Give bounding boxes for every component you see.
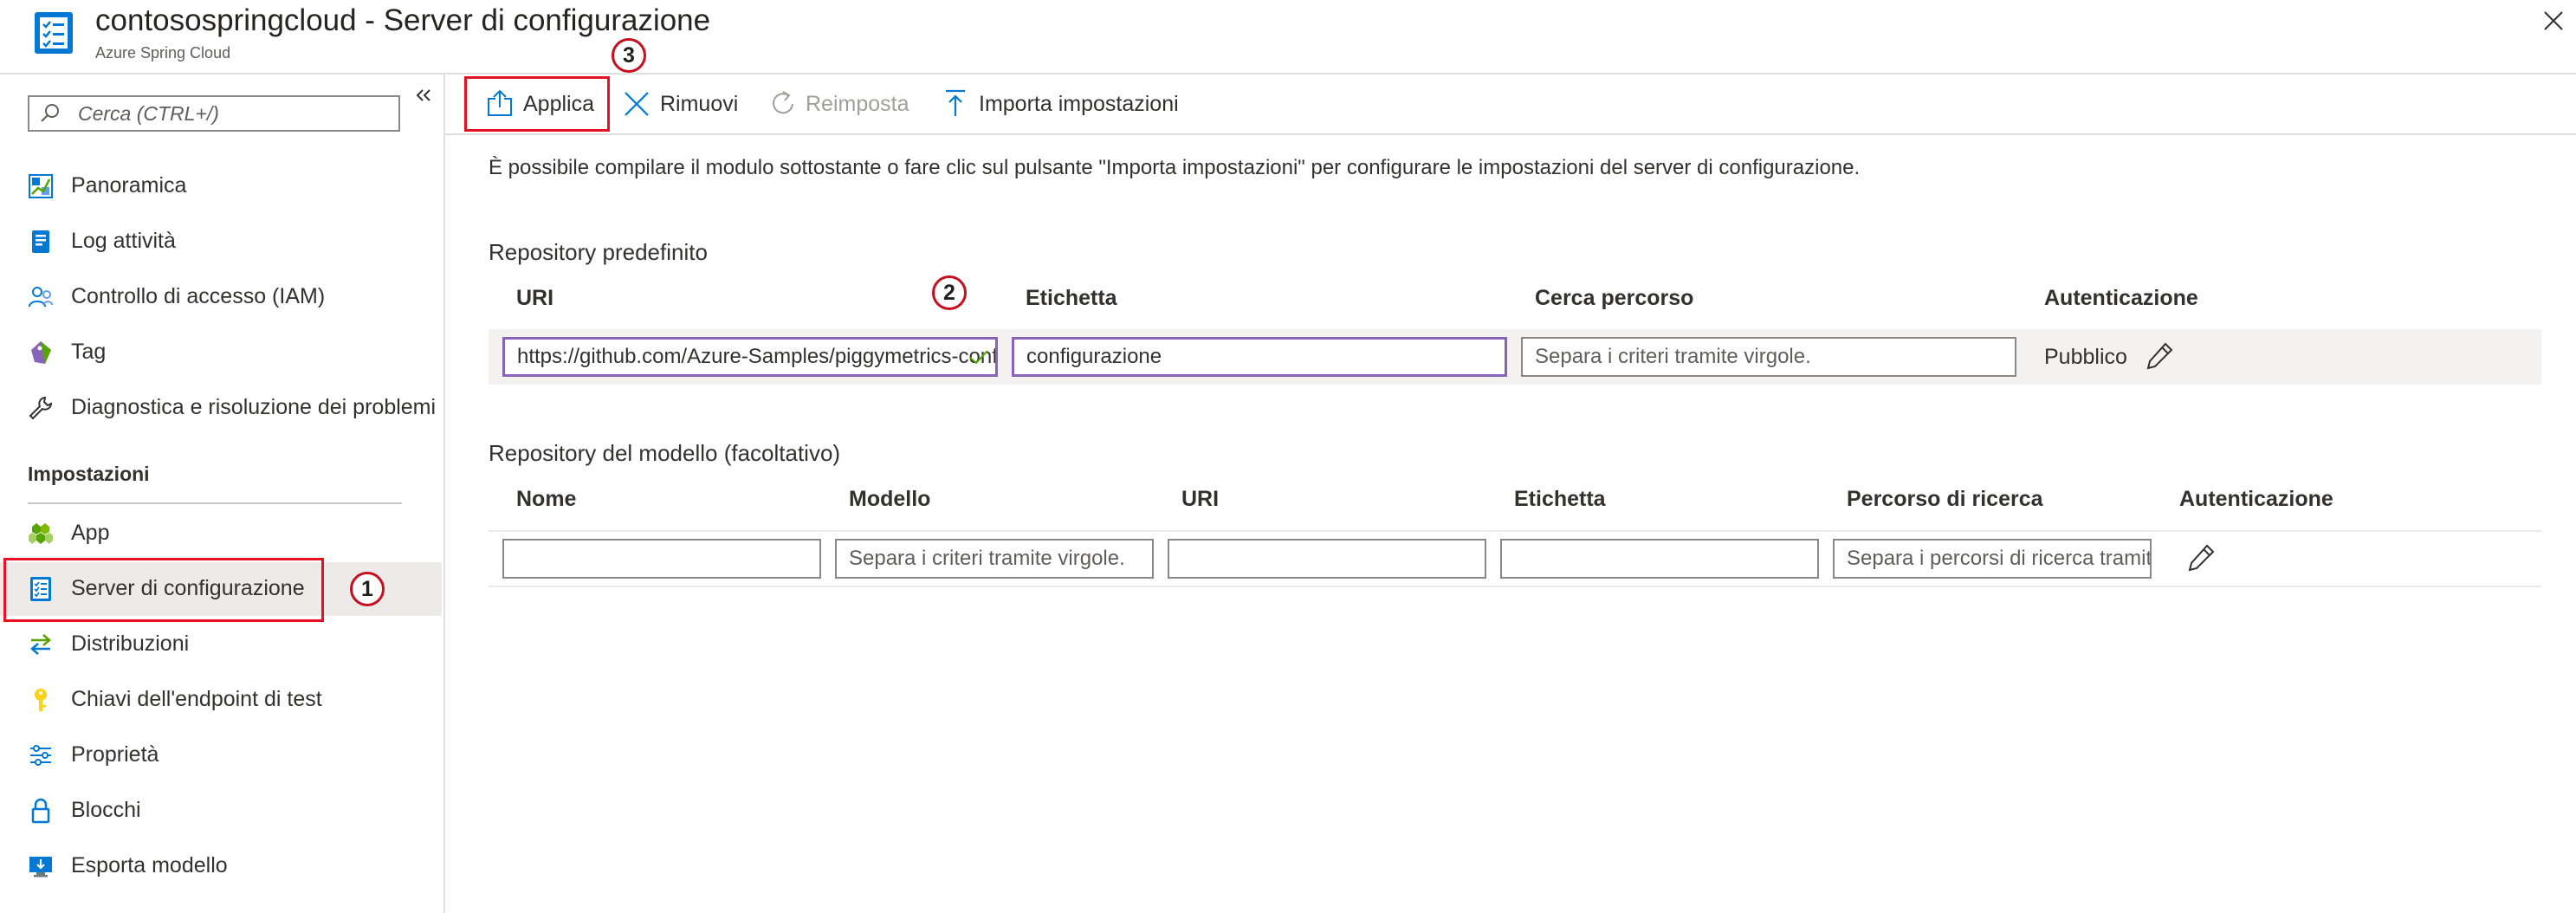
sidebar-item-label: Diagnostica e risoluzione dei problemi [71, 395, 437, 419]
export-template-icon [28, 853, 54, 879]
default-auth-value: Pubblico [2044, 345, 2127, 369]
apps-icon [28, 521, 54, 547]
sidebar-item-overview[interactable]: Panoramica [0, 159, 442, 214]
checkmark-icon [967, 345, 991, 369]
sidebar-item-iam[interactable]: Controllo di accesso (IAM) [0, 269, 442, 325]
section-title-settings: Impostazioni [28, 463, 150, 485]
pattern-row-bottom-border [489, 586, 2541, 587]
key-icon [28, 687, 54, 713]
sidebar-item-label: Tag [71, 340, 107, 364]
sidebar-item-label: Chiavi dell'endpoint di test [71, 687, 322, 711]
import-icon [941, 88, 970, 118]
pattern-search-path-input[interactable]: Separa i percorsi di ricerca tramite vir… [1833, 539, 2152, 579]
column-header-search-path: Percorso di ricerca [1847, 487, 2043, 511]
double-chevron-left-icon[interactable] [411, 83, 437, 109]
sidebar-item-label: Distribuzioni [71, 631, 190, 656]
sidebar-item-diagnose[interactable]: Diagnostica e risoluzione dei problemi [0, 380, 442, 436]
column-header-name: Nome [516, 487, 577, 511]
pattern-uri-input[interactable] [1168, 539, 1486, 579]
sidebar-item-label: Blocchi [71, 798, 141, 822]
sidebar-item-label: App [71, 521, 110, 545]
sidebar-item-export-template[interactable]: Esporta modello [0, 839, 442, 894]
tag-icon [28, 340, 54, 366]
callout-badge-1: 1 [350, 572, 385, 606]
callout-highlight-config-server [3, 558, 324, 622]
sidebar-item-label: Esporta modello [71, 853, 228, 877]
page-subtitle: Azure Spring Cloud [95, 44, 231, 62]
edit-auth-icon[interactable] [2145, 341, 2174, 371]
default-uri-input[interactable]: https://github.com/Azure-Samples/piggyme… [502, 337, 998, 377]
pattern-pattern-placeholder: Separa i criteri tramite virgole. [849, 547, 1125, 570]
sidebar-item-label: Proprietà [71, 742, 159, 767]
toolbar-divider [445, 133, 2576, 135]
sidebar-item-locks[interactable]: Blocchi [0, 783, 442, 839]
sidebar-item-tag[interactable]: Tag [0, 325, 442, 380]
default-repo-heading: Repository predefinito [489, 239, 708, 265]
remove-button[interactable]: Rimuovi [622, 83, 752, 125]
pattern-search-path-placeholder: Separa i percorsi di ricerca tramite vir… [1847, 547, 2152, 570]
page-title: contosospringcloud - Server di configura… [95, 3, 711, 37]
column-header-pattern: Modello [849, 487, 931, 511]
pattern-label-input[interactable] [1500, 539, 1819, 579]
default-search-path-placeholder: Separa i criteri tramite virgole. [1535, 345, 1811, 368]
section-divider [28, 502, 402, 504]
sidebar-item-label: Controllo di accesso (IAM) [71, 284, 326, 308]
sidebar-item-test-keys[interactable]: Chiavi dell'endpoint di test [0, 672, 442, 728]
reset-button[interactable]: Reimposta [769, 83, 916, 125]
pattern-pattern-input[interactable]: Separa i criteri tramite virgole. [835, 539, 1154, 579]
default-label-input[interactable]: configurazione [1012, 337, 1507, 377]
sidebar-item-apps[interactable]: App [0, 506, 442, 561]
iam-icon [28, 284, 54, 310]
wrench-icon [28, 395, 54, 421]
search-placeholder: Cerca (CTRL+/) [78, 102, 219, 125]
default-label-value: configurazione [1026, 345, 1162, 368]
pattern-name-input[interactable] [502, 539, 821, 579]
upload-icon [485, 88, 515, 118]
sidebar-item-properties[interactable]: Proprietà [0, 728, 442, 783]
callout-badge-2: 2 [932, 275, 967, 310]
apply-label: Applica [523, 92, 594, 116]
intro-text: È possibile compilare il modulo sottosta… [489, 156, 1861, 179]
close-icon[interactable] [2538, 5, 2569, 36]
remove-label: Rimuovi [660, 92, 739, 116]
import-settings-button[interactable]: Importa impostazioni [941, 83, 1201, 125]
config-server-icon [31, 10, 76, 55]
overview-icon [28, 173, 54, 199]
sidebar-item-deployments[interactable]: Distribuzioni [0, 617, 442, 672]
callout-badge-3: 3 [612, 38, 646, 73]
sidebar-item-activity-log[interactable]: Log attività [0, 214, 442, 269]
import-label: Importa impostazioni [979, 92, 1179, 116]
pattern-row-top-border [489, 530, 2541, 532]
default-search-path-input[interactable]: Separa i criteri tramite virgole. [1521, 337, 2016, 377]
pattern-repo-heading: Repository del modello (facoltativo) [489, 440, 841, 466]
refresh-icon [769, 88, 799, 118]
apply-button[interactable]: Applica [485, 83, 606, 125]
reset-label: Reimposta [806, 92, 909, 116]
search-icon [38, 101, 62, 126]
deployments-icon [28, 631, 54, 657]
edit-auth-icon[interactable] [2186, 543, 2216, 573]
column-header-label: Etichetta [1514, 487, 1606, 511]
sidebar-item-label: Log attività [71, 229, 176, 253]
default-uri-value: https://github.com/Azure-Samples/piggyme… [517, 345, 998, 368]
activity-log-icon [28, 229, 54, 255]
properties-icon [28, 742, 54, 768]
column-header-auth: Autenticazione [2179, 487, 2333, 511]
close-icon [622, 89, 651, 119]
lock-icon [28, 798, 54, 824]
column-header-search-path: Cerca percorso [1535, 286, 1694, 310]
sidebar-item-label: Panoramica [71, 173, 187, 197]
column-header-uri: URI [1181, 487, 1220, 511]
column-header-auth: Autenticazione [2044, 286, 2198, 310]
column-header-uri: URI [516, 286, 554, 310]
column-header-label: Etichetta [1026, 286, 1117, 310]
